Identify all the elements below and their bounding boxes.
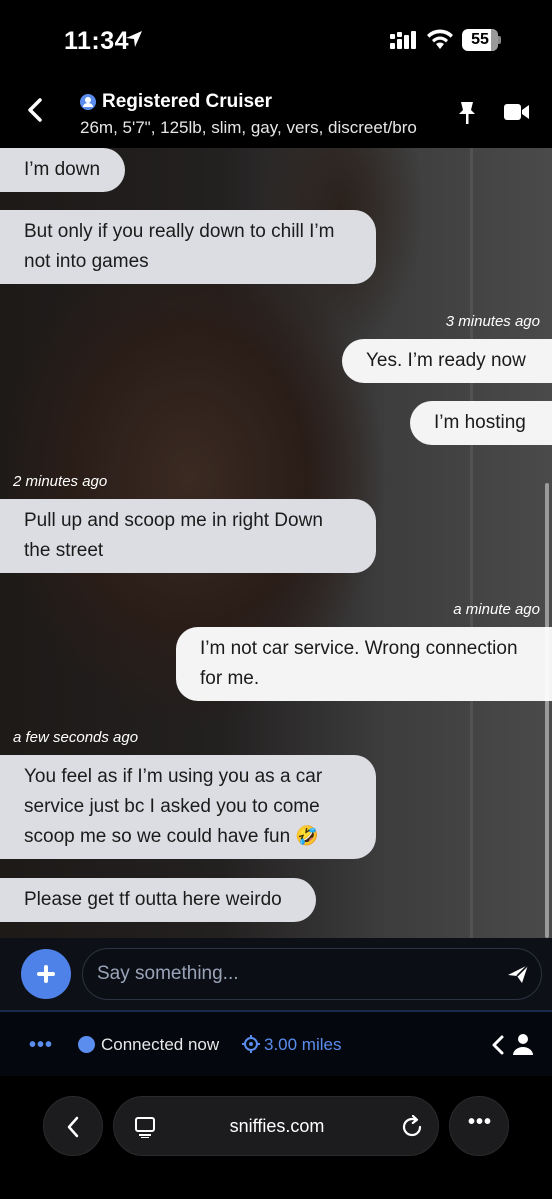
composer-bar: Say something...	[0, 938, 552, 1010]
chevron-left-icon	[67, 1116, 79, 1138]
url-text: sniffies.com	[229, 1116, 325, 1136]
message-timestamp: 2 minutes ago	[13, 473, 108, 490]
incoming-message: But only if you really down to chill I’m…	[0, 210, 376, 284]
pin-icon[interactable]	[456, 100, 478, 126]
chat-thread[interactable]: I’m down But only if you really down to …	[0, 148, 552, 938]
wifi-icon	[427, 29, 453, 49]
message-input[interactable]: Say something...	[82, 948, 542, 1000]
battery-level: 55	[471, 31, 489, 48]
browser-back-button[interactable]	[43, 1096, 103, 1156]
outgoing-message: I’m hosting	[410, 401, 552, 445]
person-icon[interactable]	[512, 1033, 534, 1055]
reload-icon[interactable]	[400, 1115, 424, 1139]
battery-indicator: 55	[462, 29, 498, 51]
profile-name[interactable]: Registered Cruiser	[102, 91, 272, 113]
status-bar: 11:34 55	[0, 0, 552, 80]
profile-details: 26m, 5'7", 125lb, slim, gay, vers, discr…	[80, 118, 417, 137]
browser-toolbar: sniffies.com •••	[0, 1076, 552, 1199]
outgoing-message: Yes. I’m ready now	[342, 339, 552, 383]
address-bar[interactable]: sniffies.com	[113, 1096, 439, 1156]
more-dots-icon: •••	[467, 1111, 492, 1133]
profile-icon	[80, 94, 96, 110]
incoming-message: Please get tf outta here weirdo	[0, 878, 316, 922]
connection-status: Connected now	[101, 1035, 220, 1054]
distance-link[interactable]: 3.00 miles	[264, 1035, 341, 1055]
message-timestamp: a few seconds ago	[13, 729, 139, 746]
online-status-dot	[78, 1036, 95, 1053]
battery-cap	[498, 36, 501, 44]
scrollbar[interactable]	[545, 483, 549, 938]
chat-header: Registered Cruiser 26m, 5'7", 125lb, sli…	[0, 80, 552, 148]
signal-icon	[390, 31, 416, 49]
incoming-message: You feel as if I’m using you as a car se…	[0, 755, 376, 859]
chevron-left-icon[interactable]	[490, 1034, 506, 1056]
connection-bar: ••• Connected now 3.00 miles	[0, 1010, 552, 1076]
outgoing-message: I’m not car service. Wrong connection fo…	[176, 627, 552, 701]
more-options-icon[interactable]: •••	[29, 1034, 53, 1057]
message-timestamp: 3 minutes ago	[445, 313, 540, 330]
video-call-icon[interactable]	[504, 102, 530, 122]
back-chevron-icon[interactable]	[20, 94, 52, 126]
location-arrow-icon	[126, 31, 142, 47]
browser-more-button[interactable]: •••	[449, 1096, 509, 1156]
incoming-message: I’m down	[0, 148, 125, 192]
plus-icon[interactable]	[21, 949, 71, 999]
status-time: 11:34	[64, 27, 130, 55]
background-detail	[470, 148, 473, 938]
target-icon	[242, 1035, 260, 1053]
incoming-message: Pull up and scoop me in right Down the s…	[0, 499, 376, 573]
message-timestamp: a minute ago	[453, 601, 540, 618]
send-icon[interactable]	[506, 963, 530, 985]
